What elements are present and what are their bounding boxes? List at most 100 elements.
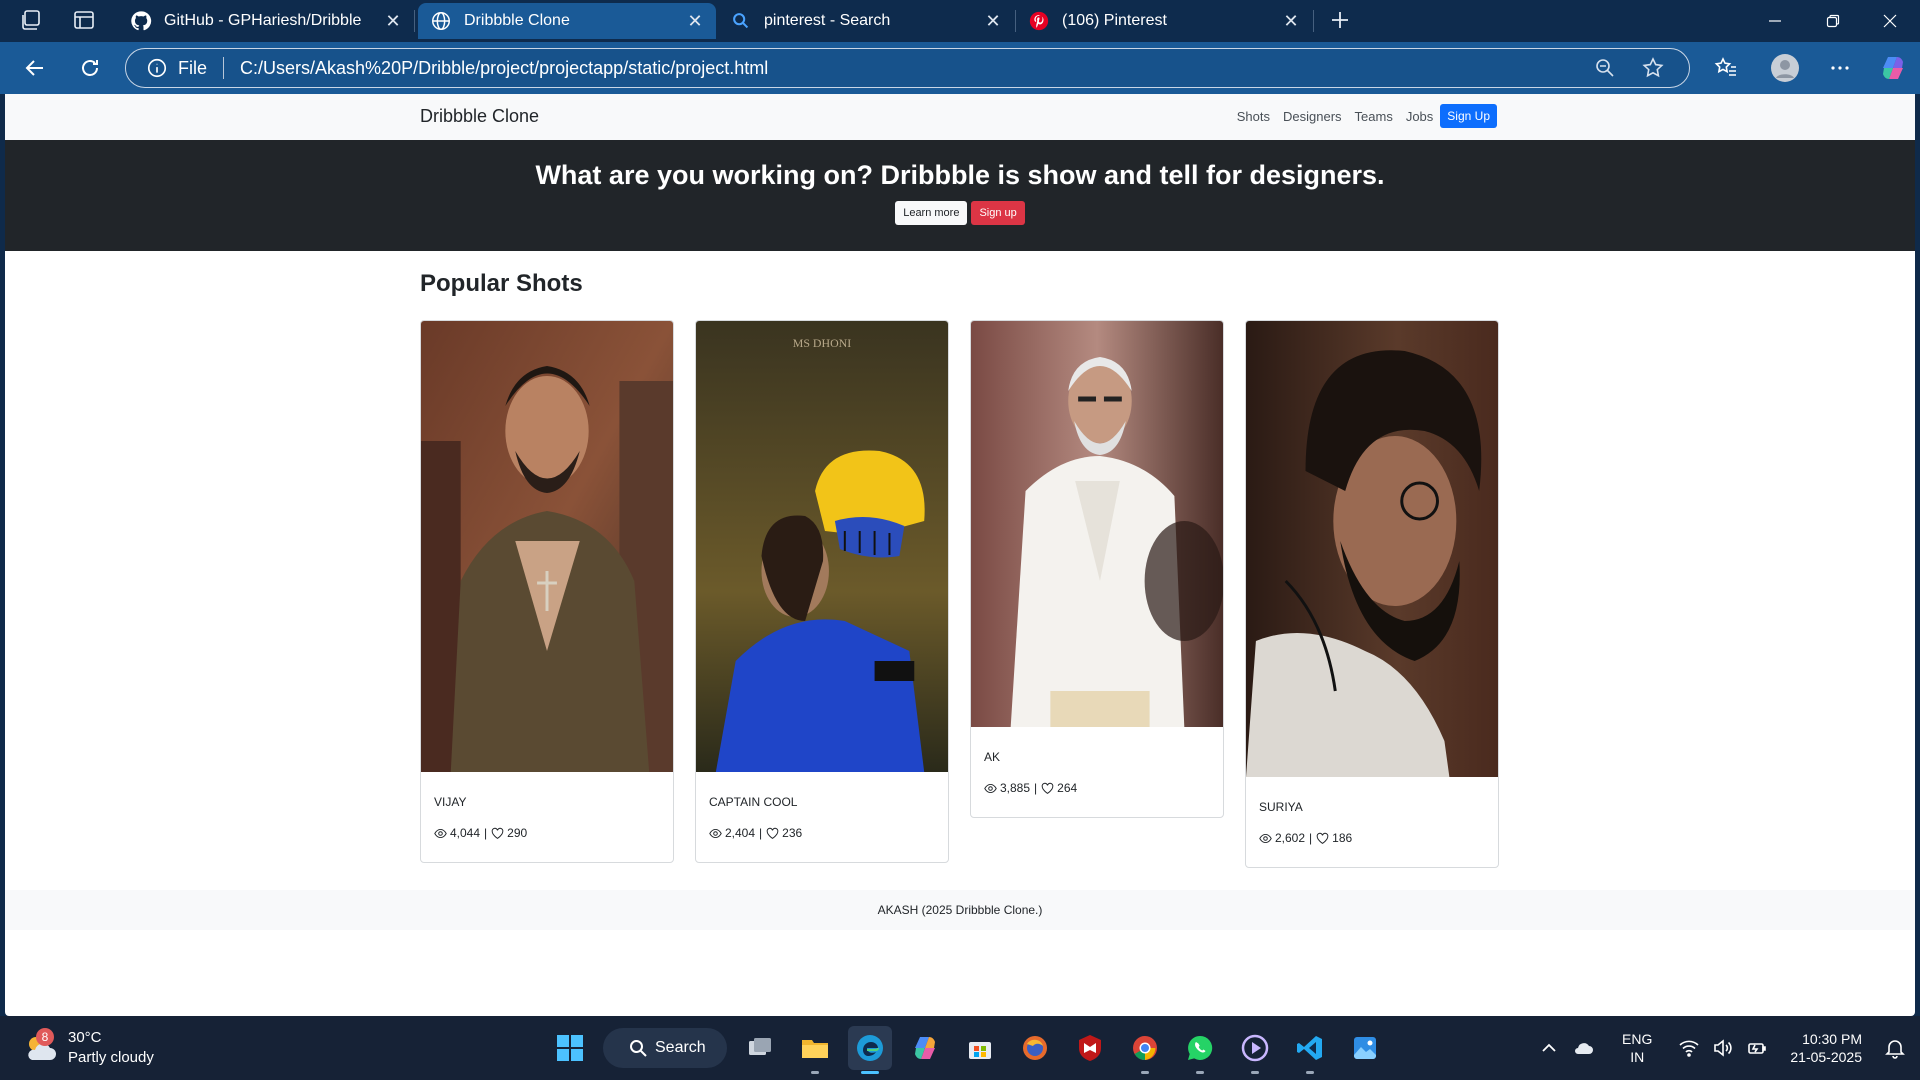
page-viewport: Dribbble Clone Shots Designers Teams Job… — [5, 94, 1915, 1016]
heart-icon[interactable] — [766, 827, 779, 840]
nav-sign-up-button[interactable]: Sign Up — [1440, 104, 1497, 128]
more-options-icon[interactable] — [1826, 54, 1854, 82]
stat-separator: | — [484, 826, 488, 840]
back-arrow-icon[interactable] — [19, 52, 51, 84]
shot-card-vijay[interactable]: VIJAY 4,044 | 290 — [420, 320, 674, 863]
favorites-icon[interactable] — [1712, 54, 1740, 82]
like-count: 264 — [1057, 781, 1078, 795]
tab-pinterest-search[interactable]: pinterest - Search ✕ — [718, 3, 1014, 39]
eye-icon — [984, 783, 997, 793]
whatsapp-icon[interactable] — [1178, 1026, 1222, 1074]
taskbar-apps: Search — [548, 1026, 1398, 1074]
shot-card-suriya[interactable]: SURIYA 2,602 | 186 — [1245, 320, 1499, 868]
shot-image[interactable] — [1246, 321, 1498, 777]
start-windows-icon[interactable] — [548, 1026, 592, 1070]
hero-banner: What are you working on? Dribbble is sho… — [5, 140, 1915, 251]
mcafee-icon[interactable] — [1068, 1026, 1112, 1070]
site-brand[interactable]: Dribbble Clone — [420, 106, 539, 127]
running-indicator — [811, 1071, 819, 1074]
info-icon[interactable] — [146, 57, 168, 79]
address-bar[interactable]: File C:/Users/Akash%20P/Dribble/project/… — [125, 48, 1690, 88]
battery-icon[interactable] — [1746, 1037, 1768, 1059]
nav-link-shots[interactable]: Shots — [1237, 109, 1270, 124]
heart-icon[interactable] — [491, 827, 504, 840]
notification-bell-icon[interactable] — [1884, 1037, 1906, 1059]
volume-icon[interactable] — [1712, 1037, 1734, 1059]
nav-link-designers[interactable]: Designers — [1283, 109, 1342, 124]
photos-icon[interactable] — [1343, 1026, 1387, 1070]
shot-name[interactable]: VIJAY — [434, 795, 673, 809]
task-view-icon[interactable] — [738, 1026, 782, 1070]
shot-name[interactable]: SURIYA — [1259, 800, 1498, 814]
shot-image[interactable] — [421, 321, 673, 772]
heart-icon[interactable] — [1041, 782, 1054, 795]
shot-name[interactable]: CAPTAIN COOL — [709, 795, 948, 809]
copilot-icon[interactable] — [1879, 54, 1907, 82]
file-explorer-icon[interactable] — [793, 1026, 837, 1074]
chevron-up-icon[interactable] — [1538, 1037, 1560, 1059]
taskbar-search[interactable]: Search — [603, 1028, 727, 1068]
nav-link-teams[interactable]: Teams — [1355, 109, 1393, 124]
refresh-icon[interactable] — [74, 52, 106, 84]
nav-link-jobs[interactable]: Jobs — [1406, 109, 1433, 124]
edge-browser-icon[interactable] — [848, 1026, 892, 1074]
copilot-app-icon[interactable] — [903, 1026, 947, 1070]
url-text[interactable]: C:/Users/Akash%20P/Dribble/project/proje… — [240, 58, 1593, 79]
weather-widget[interactable]: 8 30°C Partly cloudy — [22, 1028, 154, 1068]
eye-icon — [434, 828, 447, 838]
shot-name[interactable]: AK — [984, 750, 1223, 764]
close-tab-icon[interactable]: ✕ — [684, 10, 706, 32]
site-footer: AKASH (2025 Dribbble Clone.) — [5, 890, 1915, 930]
restore-icon[interactable] — [1803, 0, 1863, 42]
windows-taskbar: 8 30°C Partly cloudy Search ENG IN 10:30… — [0, 1016, 1920, 1080]
weather-desc: Partly cloudy — [68, 1049, 154, 1066]
tab-github[interactable]: GitHub - GPHariesh/Dribble ✕ — [118, 3, 414, 39]
zoom-out-icon[interactable] — [1593, 56, 1617, 80]
close-window-icon[interactable] — [1860, 0, 1920, 42]
learn-more-button[interactable]: Learn more — [895, 201, 968, 225]
shot-stats: 3,885 | 264 — [984, 781, 1223, 795]
language-indicator[interactable]: ENG IN — [1622, 1030, 1652, 1066]
tab-pinterest[interactable]: (106) Pinterest ✕ — [1016, 3, 1312, 39]
like-count: 290 — [507, 826, 528, 840]
hero-sign-up-button[interactable]: Sign up — [971, 201, 1025, 225]
favorite-star-icon[interactable] — [1641, 56, 1665, 80]
view-count: 4,044 — [450, 826, 481, 840]
eye-icon — [1259, 833, 1272, 843]
view-count: 2,602 — [1275, 831, 1306, 845]
like-count: 186 — [1332, 831, 1353, 845]
wifi-icon[interactable] — [1678, 1037, 1700, 1059]
media-player-icon[interactable] — [1233, 1026, 1277, 1074]
firefox-icon[interactable] — [1013, 1026, 1057, 1070]
github-icon — [131, 11, 152, 31]
microsoft-store-icon[interactable] — [958, 1026, 1002, 1070]
heart-icon[interactable] — [1316, 832, 1329, 845]
close-tab-icon[interactable]: ✕ — [382, 10, 404, 32]
browser-tab-bar: GitHub - GPHariesh/Dribble ✕ Dribbble Cl… — [0, 0, 1920, 42]
close-tab-icon[interactable]: ✕ — [982, 10, 1004, 32]
clock-date: 21-05-2025 — [1790, 1049, 1862, 1065]
workspaces-icon[interactable] — [19, 8, 45, 34]
shot-image[interactable] — [971, 321, 1223, 727]
image-caption: MS DHONI — [793, 336, 851, 350]
tab-dribbble-clone[interactable]: Dribbble Clone ✕ — [418, 3, 716, 39]
shot-card-captain-cool[interactable]: MS DHONI CAPTAIN COOL 2,404 | 236 — [695, 320, 949, 863]
chrome-icon[interactable] — [1123, 1026, 1167, 1074]
onedrive-cloud-icon[interactable] — [1572, 1037, 1594, 1059]
tab-label: Dribbble Clone — [464, 12, 570, 29]
minimize-icon[interactable] — [1745, 0, 1805, 42]
shot-image[interactable]: MS DHONI — [696, 321, 948, 772]
system-clock[interactable]: 10:30 PM 21-05-2025 — [1790, 1030, 1862, 1066]
running-indicator — [861, 1071, 879, 1074]
close-tab-icon[interactable]: ✕ — [1280, 10, 1302, 32]
vscode-icon[interactable] — [1288, 1026, 1332, 1074]
new-tab-icon[interactable] — [1328, 8, 1354, 34]
tab-label: GitHub - GPHariesh/Dribble — [164, 12, 362, 29]
shot-card-ak[interactable]: AK 3,885 | 264 — [970, 320, 1224, 818]
profile-avatar-icon[interactable] — [1768, 51, 1802, 85]
taskbar-search-label: Search — [655, 1039, 706, 1056]
tab-actions-icon[interactable] — [72, 8, 98, 34]
language-line2: IN — [1630, 1049, 1645, 1065]
view-count: 3,885 — [1000, 781, 1031, 795]
shot-stats: 4,044 | 290 — [434, 826, 673, 840]
